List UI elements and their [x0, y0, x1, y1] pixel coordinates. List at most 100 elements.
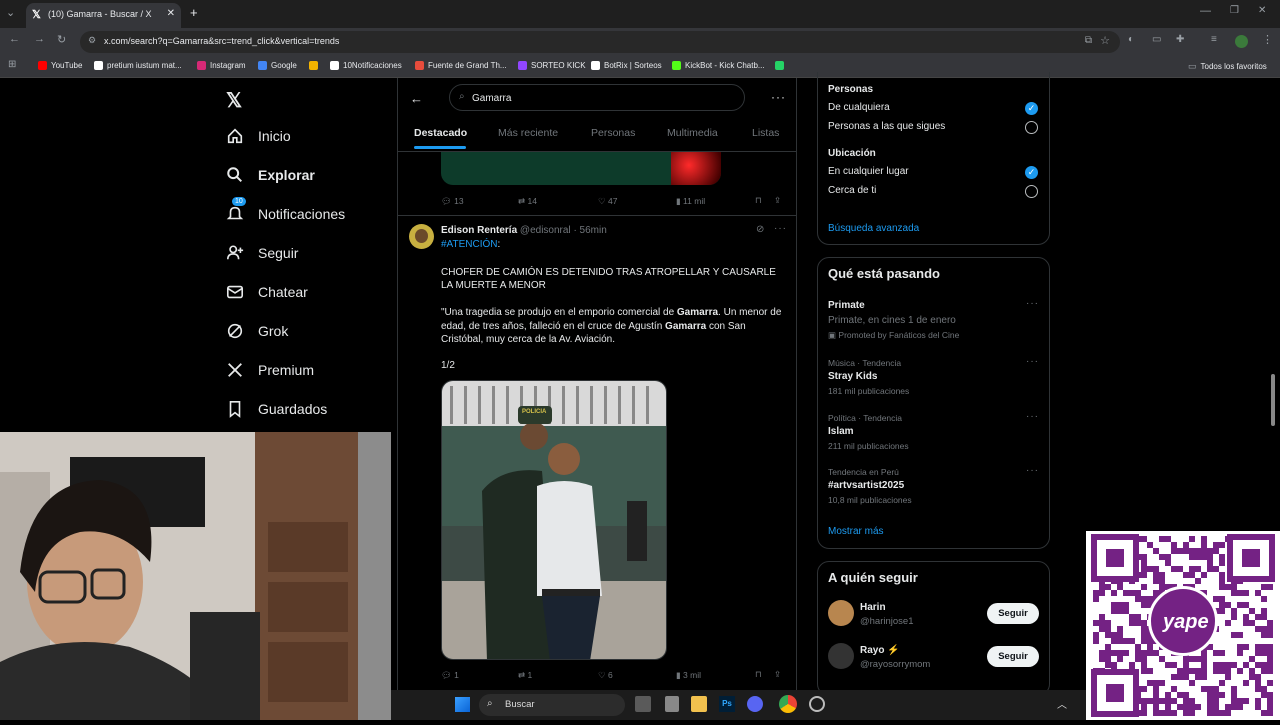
bookmark-button[interactable]: ⊓	[755, 669, 762, 680]
nav-item-seguir[interactable]: Seguir	[226, 244, 298, 262]
avatar[interactable]	[828, 643, 854, 669]
bookmark-item[interactable]: YouTube	[38, 61, 82, 70]
tray-chevron-icon[interactable]: ︿	[1057, 696, 1067, 711]
reply-button[interactable]: 💬︎ 13	[441, 196, 464, 207]
like-button[interactable]: ♡ 47	[598, 196, 617, 207]
windows-start-icon[interactable]	[455, 697, 470, 712]
app-icon[interactable]	[665, 696, 679, 712]
check-icon[interactable]: ✓	[1025, 166, 1038, 179]
search-tab[interactable]: Multimedia	[667, 127, 718, 139]
scrollbar-thumb[interactable]	[1271, 374, 1275, 426]
bookmark-item[interactable]: BotRix | Sorteos	[591, 61, 662, 70]
app-icon[interactable]	[809, 696, 825, 712]
reload-icon[interactable]: ↻	[57, 33, 66, 46]
more-icon[interactable]: ···	[1026, 465, 1039, 476]
back-arrow-icon[interactable]: ←	[410, 91, 423, 106]
filter-anyone-label[interactable]: De cualquiera	[828, 102, 890, 113]
retweet-button[interactable]: ⇄ 1	[518, 670, 532, 681]
nav-item-premium[interactable]: Premium	[226, 361, 314, 379]
author-name[interactable]: Edison Rentería	[441, 225, 517, 236]
nav-item-inicio[interactable]: Inicio	[226, 127, 291, 145]
tab-list-icon[interactable]: ⌄	[6, 6, 15, 19]
back-icon[interactable]: ←	[9, 33, 20, 45]
views-button[interactable]: ▮ 11 mil	[676, 196, 705, 207]
minimize-icon[interactable]: —	[1200, 5, 1211, 17]
taskbar-search[interactable]: ⌕ Buscar	[479, 694, 625, 716]
trend-name[interactable]: #artvsartist2025	[828, 480, 904, 491]
all-favorites[interactable]: ▭ Todos los favoritos	[1188, 61, 1267, 72]
grok-icon[interactable]: ⊘	[756, 224, 764, 235]
search-tab[interactable]: Personas	[591, 127, 635, 139]
filter-following-label[interactable]: Personas a las que sigues	[828, 121, 945, 132]
extension-icon[interactable]: ◐	[1128, 34, 1134, 45]
share-button[interactable]: ⇪	[774, 195, 781, 206]
chrome-icon[interactable]	[779, 695, 797, 713]
more-icon[interactable]: ···	[1026, 298, 1039, 309]
radio-unchecked-icon[interactable]	[1025, 121, 1038, 134]
share-button[interactable]: ⇪	[774, 669, 781, 680]
bookmark-item[interactable]: SORTEO KICK	[518, 61, 586, 70]
reading-list-icon[interactable]: ≡	[1211, 34, 1217, 45]
tweet-more-icon[interactable]: ···	[774, 223, 787, 234]
search-tab[interactable]: Destacado	[414, 127, 467, 139]
omnibox[interactable]: ⚙ x.com/search?q=Gamarra&src=trend_click…	[80, 31, 1120, 53]
advanced-search-link[interactable]: Búsqueda avanzada	[828, 223, 919, 234]
close-window-icon[interactable]: ✕	[1258, 5, 1266, 16]
nav-item-grok[interactable]: Grok	[226, 322, 288, 340]
more-icon[interactable]: ···	[1026, 411, 1039, 422]
like-button[interactable]: ♡ 6	[598, 670, 613, 681]
extensions-puzzle-icon[interactable]: ✚	[1176, 34, 1184, 45]
bookmark-star-icon[interactable]: ☆	[1100, 34, 1110, 47]
more-options-icon[interactable]: ···	[771, 90, 786, 104]
bookmark-button[interactable]: ⊓	[755, 195, 762, 206]
trend-name[interactable]: Islam	[828, 426, 854, 437]
menu-icon[interactable]: ⋮	[1262, 33, 1273, 46]
tweet-image[interactable]: POLICIA	[441, 380, 667, 660]
previous-tweet-media[interactable]	[441, 152, 721, 185]
discord-icon[interactable]	[747, 696, 763, 712]
nav-item-guardados[interactable]: Guardados	[226, 400, 327, 418]
site-info-icon[interactable]: ⚙	[88, 35, 96, 46]
avatar[interactable]	[409, 224, 434, 249]
task-view-icon[interactable]	[635, 696, 651, 712]
follow-button[interactable]: Seguir	[987, 603, 1039, 624]
bookmark-item[interactable]	[775, 61, 784, 70]
trend-name[interactable]: Stray Kids	[828, 371, 877, 382]
bookmark-item[interactable]	[309, 61, 318, 70]
hashtag-link[interactable]: #ATENCIÓN	[441, 239, 498, 250]
bookmark-item[interactable]: KickBot - Kick Chatb...	[672, 61, 765, 70]
browser-tab[interactable]: 𝕏 (10) Gamarra - Buscar / X ✕	[26, 3, 181, 28]
photoshop-icon[interactable]: Ps	[719, 696, 735, 712]
forward-icon[interactable]: →	[34, 33, 45, 45]
new-tab-icon[interactable]: +	[190, 5, 198, 20]
follow-user-name[interactable]: Harin	[860, 602, 886, 613]
show-more-link[interactable]: Mostrar más	[828, 526, 884, 537]
nav-item-chatear[interactable]: Chatear	[226, 283, 308, 301]
bookmark-item[interactable]: 10Notificaciones	[330, 61, 402, 70]
follow-user-name[interactable]: Rayo ⚡	[860, 645, 900, 656]
file-explorer-icon[interactable]	[691, 696, 707, 712]
filter-anywhere-label[interactable]: En cualquier lugar	[828, 166, 909, 177]
check-icon[interactable]: ✓	[1025, 102, 1038, 115]
promoted-trend-title[interactable]: Primate	[828, 300, 865, 311]
views-button[interactable]: ▮ 3 mil	[676, 670, 701, 681]
radio-unchecked-icon[interactable]	[1025, 185, 1038, 198]
nav-item-notificaciones[interactable]: Notificaciones 10	[226, 197, 345, 223]
search-tab[interactable]: Más reciente	[498, 127, 558, 139]
extension-icon-2[interactable]: ▭	[1152, 34, 1161, 45]
retweet-button[interactable]: ⇄ 14	[518, 196, 537, 207]
x-logo-icon[interactable]: 𝕏	[226, 88, 242, 113]
close-tab-icon[interactable]: ✕	[167, 8, 175, 19]
author-handle[interactable]: @edisonral	[520, 225, 571, 236]
tweet-time[interactable]: 56min	[580, 225, 607, 236]
bookmark-item[interactable]: Fuente de Grand Th...	[415, 61, 507, 70]
reply-button[interactable]: 💬︎ 1	[441, 670, 459, 681]
more-icon[interactable]: ···	[1026, 356, 1039, 367]
bookmark-item[interactable]: pretium iustum mat...	[94, 61, 182, 70]
profile-avatar[interactable]	[1235, 35, 1248, 48]
maximize-icon[interactable]: ❐	[1230, 5, 1239, 16]
search-tab[interactable]: Listas	[752, 127, 779, 139]
follow-button[interactable]: Seguir	[987, 646, 1039, 667]
avatar[interactable]	[828, 600, 854, 626]
bookmark-item[interactable]: Instagram	[197, 61, 246, 70]
